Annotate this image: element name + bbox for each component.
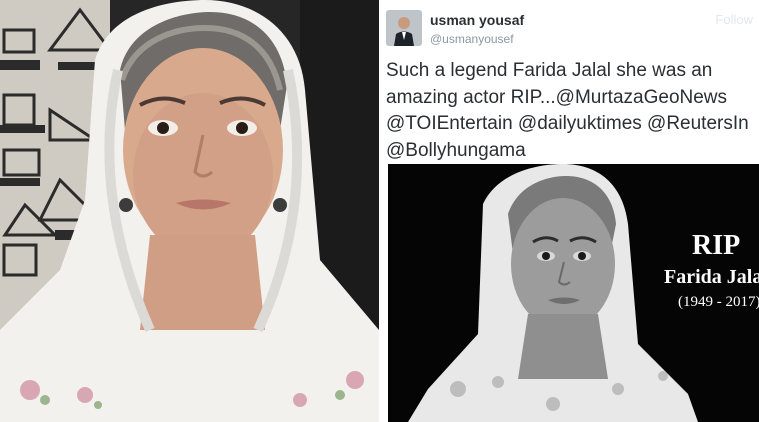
tweet-card: usman yousaf @usmanyousef Follow Such a … [384, 0, 759, 422]
rip-years: (1949 - 2017) [678, 294, 759, 310]
follow-button[interactable]: Follow [715, 12, 753, 27]
user-handle[interactable]: @usmanyousef [430, 32, 514, 46]
tweet-attached-image[interactable]: RIP Farida Jalal (1949 - 2017) [388, 164, 759, 422]
rip-name: Farida Jalal [664, 266, 759, 288]
portrait-illustration [0, 0, 379, 422]
tweet-text-line: amazing actor RIP...@MurtazaGeoNews [386, 86, 728, 108]
avatar-photo [386, 10, 422, 46]
tweet-text-line: @TOIEntertain @dailyuktimes @ReutersIn [386, 113, 749, 134]
tweet-text-line: @Bollyhungama [386, 139, 526, 161]
woman-portrait-photo [0, 0, 379, 422]
bw-portrait-illustration [388, 164, 759, 422]
rip-title: RIP [692, 230, 741, 261]
display-name[interactable]: usman yousaf [430, 12, 524, 28]
avatar[interactable] [386, 10, 422, 46]
tweet-text-line: Such a legend Farida Jalal she was an [386, 60, 713, 81]
tweet-text: Such a legend Farida Jalal she was an am… [386, 58, 759, 164]
